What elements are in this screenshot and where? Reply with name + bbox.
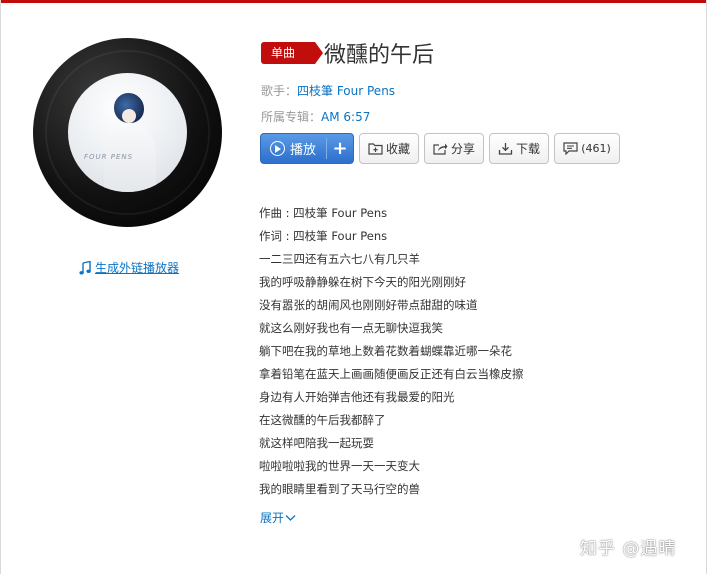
lyric-line: 拿着铅笔在蓝天上画画随便画反正还有白云当橡皮擦 — [259, 367, 524, 381]
lyric-line: 我的呼吸静静躲在树下今天的阳光刚刚好 — [259, 275, 466, 289]
comment-icon — [563, 142, 578, 155]
lyric-line: 就这样吧陪我一起玩耍 — [259, 436, 374, 450]
lyric-line: 没有嚣张的胡闹风也刚刚好带点甜甜的味道 — [259, 298, 478, 312]
album-cover[interactable]: FOUR PENS — [68, 73, 187, 192]
watermark: 知乎 @遇晴 — [580, 539, 677, 559]
download-label: 下载 — [515, 142, 540, 156]
cover-text: FOUR PENS — [84, 153, 134, 161]
lyric-line: 作曲 : 四枝筆 Four Pens — [259, 206, 388, 220]
download-button[interactable]: 下载 — [489, 133, 549, 164]
singer-link[interactable]: 四枝筆 Four Pens — [297, 84, 395, 98]
lyric-line: 就这么刚好我也有一点无聊快逗我笑 — [259, 321, 443, 335]
external-player-link[interactable]: 生成外链播放器 — [79, 259, 179, 276]
singer-label: 歌手： — [261, 84, 298, 98]
folder-plus-icon — [368, 143, 383, 155]
singer-row: 歌手：四枝筆 Four Pens — [261, 82, 395, 99]
song-title: 微醺的午后 — [324, 43, 435, 68]
add-to-playlist-button[interactable]: + — [327, 134, 353, 163]
favorite-button[interactable]: 收藏 — [359, 133, 419, 164]
vinyl-record: FOUR PENS — [33, 38, 222, 227]
download-icon — [498, 143, 513, 155]
expand-lyrics-button[interactable]: 展开 — [260, 509, 296, 526]
expand-label: 展开 — [260, 511, 285, 525]
album-link[interactable]: AM 6:57 — [321, 110, 370, 124]
lyrics-block: 作曲 : 四枝筆 Four Pens 作词 : 四枝筆 Four Pens 一二… — [259, 206, 524, 505]
album-row: 所属专辑：AM 6:57 — [261, 108, 370, 125]
play-button-group: 播放 + — [260, 133, 354, 164]
top-accent-bar — [0, 0, 707, 3]
chevron-down-icon — [285, 514, 296, 521]
music-note-icon — [79, 260, 91, 274]
cover-figure-face — [122, 109, 136, 123]
comments-button[interactable]: (461) — [554, 133, 620, 164]
single-badge: 单曲 — [261, 42, 323, 64]
external-player-link-label[interactable]: 生成外链播放器 — [95, 259, 179, 276]
lyric-line: 一二三四还有五六七八有几只羊 — [259, 252, 420, 266]
play-button[interactable]: 播放 — [261, 134, 325, 163]
lyric-line: 在这微醺的午后我都醉了 — [259, 413, 386, 427]
frame-border-left — [0, 0, 1, 574]
lyric-line: 躺下吧在我的草地上数着花数着蝴蝶靠近哪一朵花 — [259, 344, 512, 358]
play-icon — [269, 141, 285, 156]
lyric-line: 啦啦啦啦我的世界一天一天变大 — [259, 459, 420, 473]
album-label: 所属专辑： — [261, 110, 322, 124]
share-button[interactable]: 分享 — [424, 133, 484, 164]
favorite-label: 收藏 — [385, 142, 410, 156]
share-label: 分享 — [450, 142, 475, 156]
comments-count: (461) — [581, 142, 611, 155]
play-label: 播放 — [289, 143, 316, 158]
share-icon — [433, 143, 448, 155]
lyric-line: 身边有人开始弹吉他还有我最爱的阳光 — [259, 390, 455, 404]
album-disc: FOUR PENS — [33, 38, 222, 227]
lyric-line: 我的眼睛里看到了天马行空的兽 — [259, 482, 420, 496]
lyric-line: 作词 : 四枝筆 Four Pens — [259, 229, 388, 243]
